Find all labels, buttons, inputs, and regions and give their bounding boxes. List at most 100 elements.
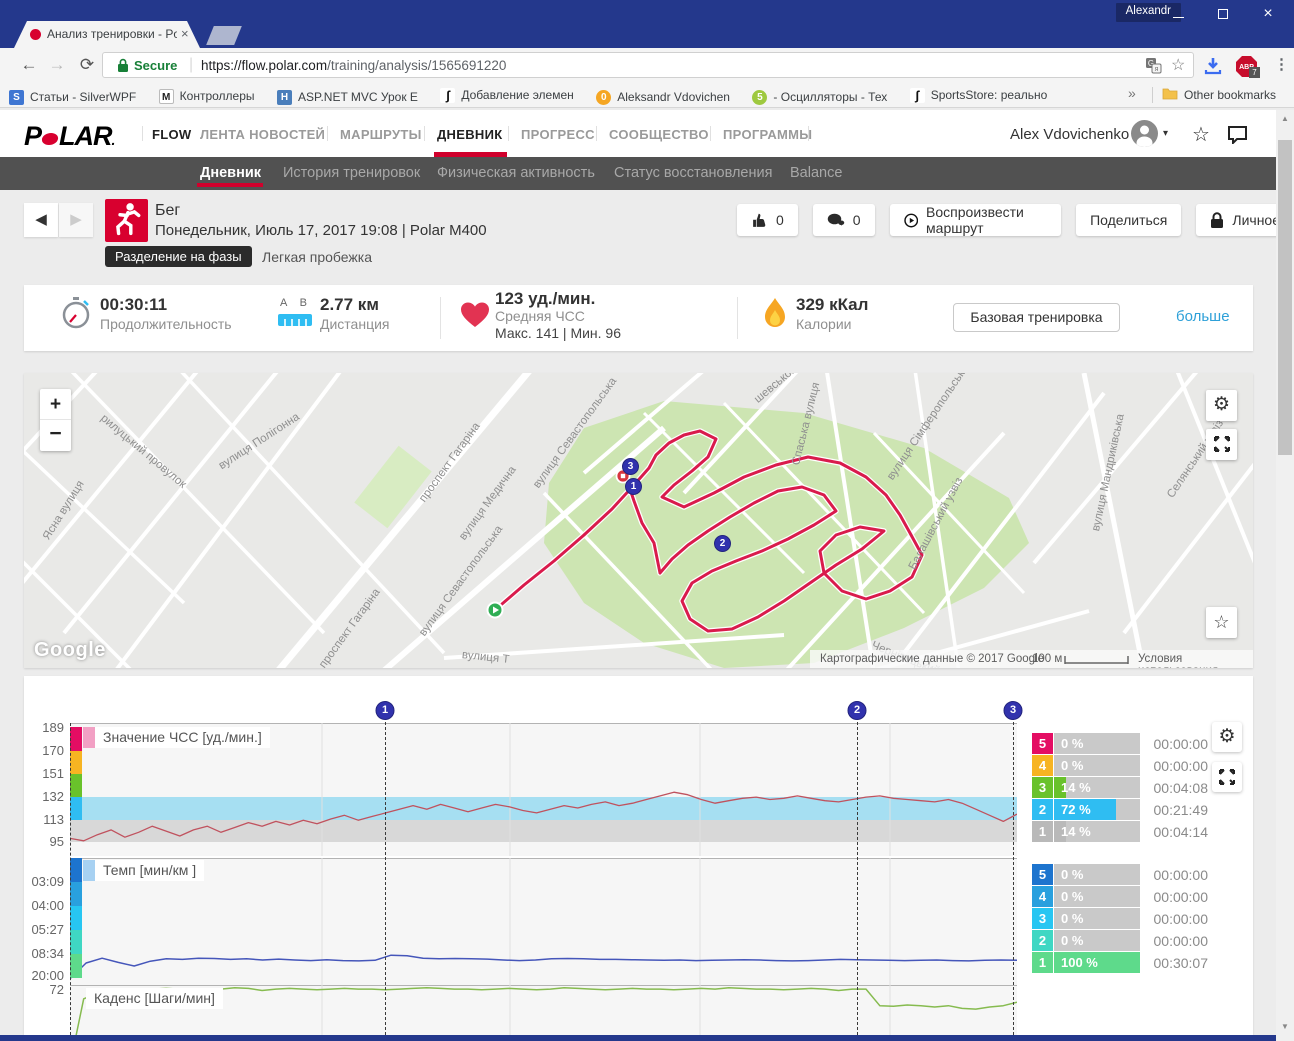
pace-zone-row-2: 2 0 % 00:00:00 bbox=[1032, 930, 1208, 951]
polar-logo[interactable]: P LAR. bbox=[24, 121, 116, 152]
like-button[interactable]: 0 bbox=[737, 204, 798, 236]
other-bookmarks-label[interactable]: Other bookmarks bbox=[1184, 88, 1276, 102]
sport-title: Бег bbox=[155, 202, 181, 219]
bookmark-label: ASP.NET MVC Урок Е bbox=[297, 90, 418, 104]
close-button[interactable]: × bbox=[1246, 0, 1290, 28]
replay-label: Воспроизвести маршрут bbox=[926, 204, 1024, 236]
subnav-training-history[interactable]: История тренировок bbox=[283, 165, 420, 181]
adblock-icon[interactable]: ABP 7 bbox=[1234, 54, 1260, 84]
tab-close-icon[interactable]: × bbox=[181, 26, 189, 41]
chrome-menu-icon[interactable]: ⋮ bbox=[1274, 55, 1289, 73]
bookmark-label: Добавление элемен bbox=[461, 88, 574, 102]
other-bookmarks-folder[interactable] bbox=[1162, 87, 1178, 105]
maximize-button[interactable] bbox=[1201, 0, 1245, 28]
translate-icon[interactable]: Gя bbox=[1145, 57, 1162, 79]
lap-marker-3[interactable]: 3 bbox=[1003, 701, 1023, 720]
bookmark-item[interactable]: ʃ SportsStore: реально bbox=[901, 82, 1057, 108]
pace-chart[interactable] bbox=[70, 858, 1017, 985]
prev-session-button[interactable]: ◀ bbox=[24, 203, 58, 237]
nav-community[interactable]: СООБЩЕСТВО bbox=[609, 127, 709, 142]
download-icon[interactable] bbox=[1202, 55, 1224, 82]
subnav-diary[interactable]: Дневник bbox=[200, 165, 261, 181]
bookmark-item[interactable]: ʃ Добавление элемен bbox=[431, 82, 582, 108]
chart-settings-button[interactable]: ⚙ bbox=[1212, 722, 1242, 752]
hr-zone1-time: 00:04:14 bbox=[1153, 823, 1209, 840]
phase-split-badge[interactable]: Разделение на фазы bbox=[105, 246, 252, 267]
scrollbar-up-icon[interactable]: ▲ bbox=[1281, 114, 1289, 123]
hr-zone5-bar: 0 % bbox=[1054, 733, 1140, 754]
bookmarks-overflow-chevron[interactable]: » bbox=[1128, 85, 1136, 101]
subnav-physical-activity[interactable]: Физическая активность bbox=[437, 165, 595, 181]
route-map[interactable]: рилуцький провулок вулиця Полігонна Ясна в… bbox=[24, 373, 1253, 668]
training-benefit-button[interactable]: Базовая тренировка bbox=[953, 303, 1120, 332]
nav-progress[interactable]: ПРОГРЕСС bbox=[521, 127, 595, 142]
more-link[interactable]: больше bbox=[1176, 308, 1230, 325]
nav-news-feed[interactable]: ЛЕНТА НОВОСТЕЙ bbox=[200, 127, 325, 142]
map-fullscreen-button[interactable] bbox=[1206, 429, 1237, 460]
bookmark-item[interactable]: H ASP.NET MVC Урок Е bbox=[268, 84, 427, 110]
distance-label: Дистанция bbox=[320, 316, 390, 332]
avatar[interactable] bbox=[1131, 120, 1158, 147]
subnav-balance[interactable]: Balance bbox=[790, 165, 842, 181]
comment-button[interactable]: 0 bbox=[812, 204, 875, 236]
back-button[interactable]: ← bbox=[18, 54, 40, 76]
share-button[interactable]: Поделиться bbox=[1076, 204, 1182, 236]
map-zoom-control[interactable]: + − bbox=[40, 389, 71, 451]
refresh-button[interactable]: ⟳ bbox=[76, 54, 98, 76]
map-marker-2[interactable]: 2 bbox=[714, 535, 731, 552]
lap-marker-line-2 bbox=[857, 712, 858, 1035]
map-street-label: Спаська вулиця bbox=[790, 381, 823, 467]
bookmark-favicon: ʃ bbox=[909, 87, 925, 103]
minimize-button[interactable] bbox=[1156, 0, 1200, 28]
bookmark-star-icon[interactable]: ☆ bbox=[1171, 55, 1185, 75]
map-marker-1[interactable]: 1 bbox=[625, 478, 642, 495]
map-settings-button[interactable]: ⚙ bbox=[1206, 390, 1237, 421]
zoom-in-button[interactable]: + bbox=[40, 389, 71, 420]
duration-value: 00:30:11 bbox=[100, 295, 168, 314]
user-menu[interactable]: Alex Vdovichenko bbox=[1010, 126, 1129, 143]
flame-icon bbox=[762, 296, 788, 337]
hr-zone1-pct: 14 % bbox=[1061, 824, 1091, 839]
map-street-label: рилуцький провулок bbox=[98, 412, 189, 491]
pace-tick: 03:09 bbox=[31, 874, 64, 889]
address-bar[interactable]: Secure | https://flow.polar.com/training… bbox=[102, 52, 1194, 78]
nav-programs[interactable]: ПРОГРАММЫ bbox=[723, 127, 812, 142]
map-street-label: вулиця Полігонна bbox=[216, 410, 302, 473]
bookmark-item[interactable]: 5 - Осцилляторы - Тех bbox=[743, 84, 896, 110]
window-bottom-edge bbox=[0, 1035, 1276, 1041]
chart-fullscreen-button[interactable] bbox=[1212, 762, 1242, 792]
feedback-icon[interactable] bbox=[1227, 125, 1248, 149]
pace-tick: 04:00 bbox=[31, 898, 64, 913]
logo-dot: . bbox=[111, 132, 116, 148]
running-sport-icon bbox=[105, 199, 148, 242]
user-caret-icon[interactable]: ▾ bbox=[1163, 128, 1168, 139]
lap-marker-1[interactable]: 1 bbox=[375, 701, 395, 720]
pace-zone2-bar: 0 % bbox=[1054, 930, 1140, 951]
map-marker-3[interactable]: 3 bbox=[622, 458, 639, 475]
nav-routes[interactable]: МАРШРУТЫ bbox=[340, 127, 422, 142]
hr-zone2-bar: 72 % bbox=[1054, 799, 1140, 820]
subnav-recovery-status[interactable]: Статус восстановления bbox=[614, 165, 772, 181]
nav-diary[interactable]: ДНЕВНИК bbox=[437, 127, 502, 142]
like-count: 0 bbox=[776, 212, 784, 228]
map-favorite-star-button[interactable]: ☆ bbox=[1206, 607, 1237, 638]
hr-zone5-pct: 0 % bbox=[1061, 736, 1084, 751]
nav-flow[interactable]: FLOW bbox=[152, 127, 191, 142]
bookmark-item[interactable]: M Контроллеры bbox=[150, 83, 264, 109]
hr-zone4-time: 00:00:00 bbox=[1153, 757, 1209, 774]
bookmark-item[interactable]: 0 Aleksandr Vdovichen bbox=[587, 84, 739, 110]
scrollbar-thumb[interactable] bbox=[1278, 140, 1292, 455]
forward-button[interactable]: → bbox=[46, 54, 68, 76]
page-scrollbar[interactable]: ▲ ▼ bbox=[1276, 110, 1294, 1041]
tab-favicon bbox=[30, 29, 41, 40]
map-terms-link[interactable]: Условия использования bbox=[1138, 653, 1253, 668]
zoom-out-button[interactable]: − bbox=[40, 420, 71, 450]
hr-tick: 151 bbox=[42, 766, 64, 781]
next-session-button[interactable]: ▶ bbox=[59, 203, 93, 237]
lap-marker-2[interactable]: 2 bbox=[847, 701, 867, 720]
scrollbar-down-icon[interactable]: ▼ bbox=[1281, 1022, 1289, 1031]
favorites-star-icon[interactable]: ☆ bbox=[1192, 122, 1210, 147]
hr-tick: 189 bbox=[42, 720, 64, 735]
replay-route-button[interactable]: Воспроизвести маршрут bbox=[889, 204, 1062, 236]
bookmark-item[interactable]: S Статьи - SilverWPF bbox=[0, 84, 145, 110]
